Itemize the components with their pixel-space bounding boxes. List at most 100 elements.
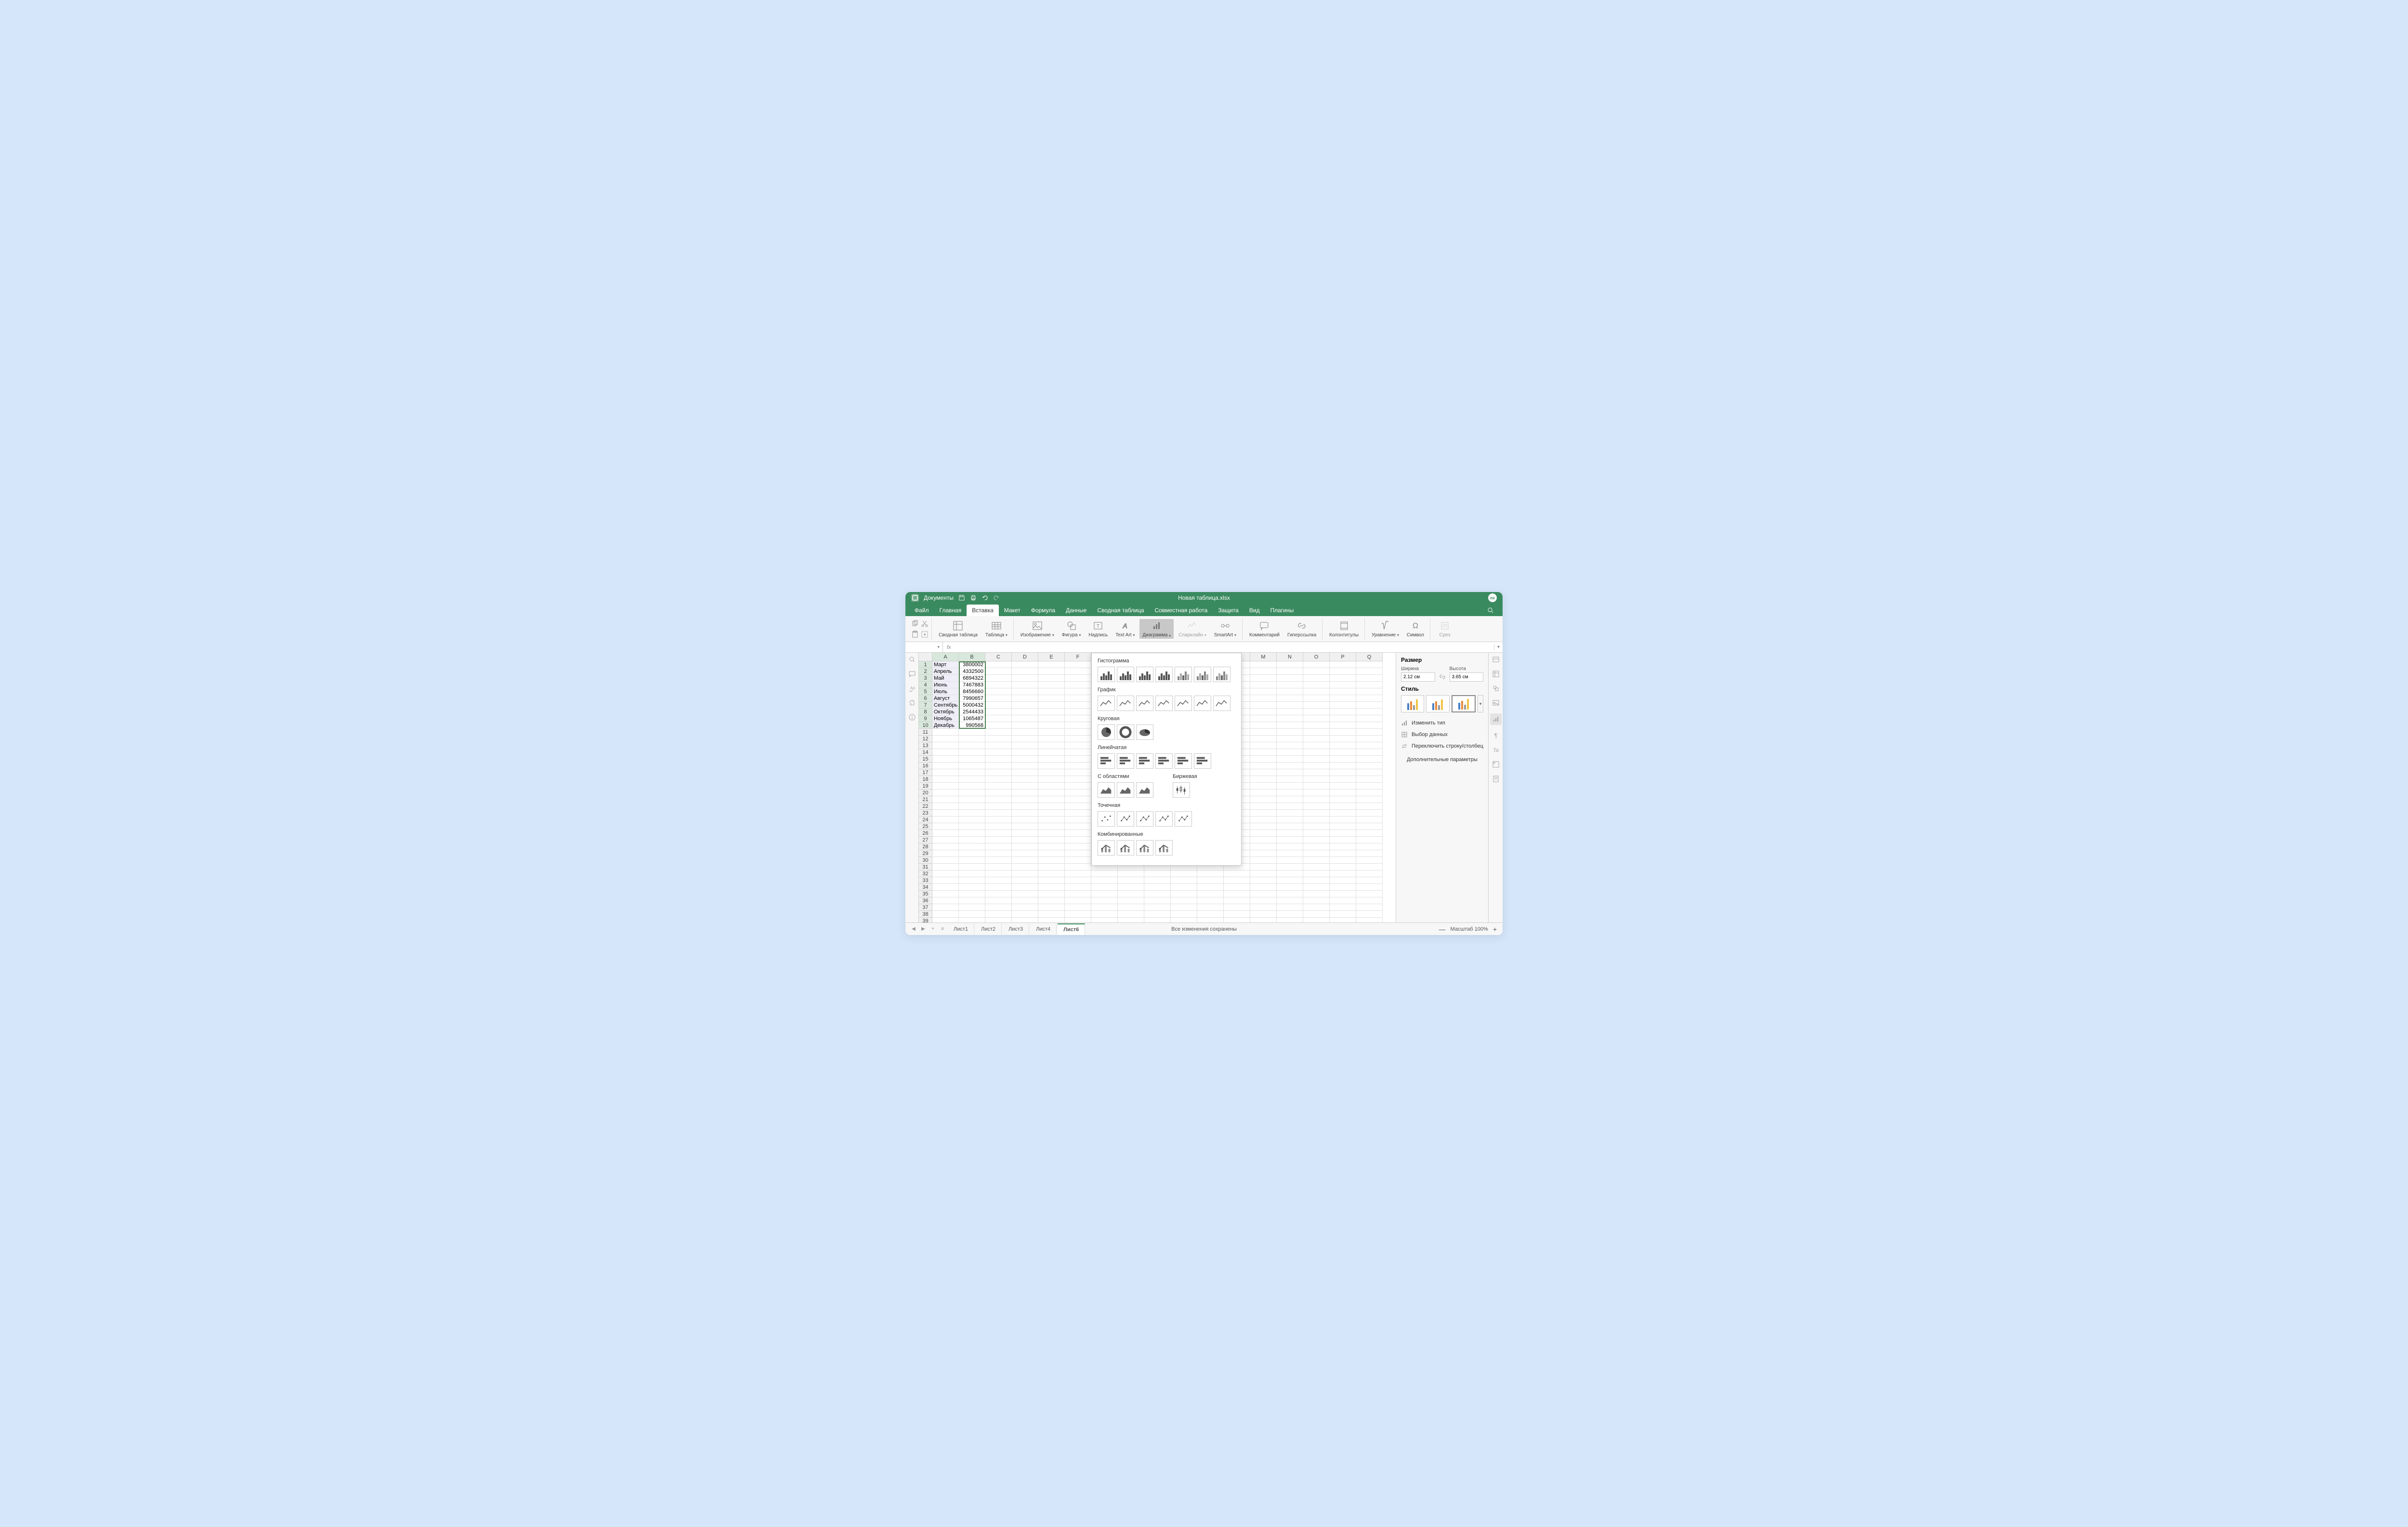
cell[interactable]: Декабрь [932, 722, 959, 729]
col-header[interactable]: B [959, 653, 985, 661]
cell[interactable]: Май [932, 675, 959, 682]
row-header[interactable]: 15 [919, 756, 932, 763]
ribbon-image[interactable]: Изображение ▾ [1018, 619, 1057, 639]
cell[interactable] [932, 810, 959, 816]
cell[interactable] [1250, 763, 1277, 769]
cell[interactable] [1091, 918, 1118, 922]
ribbon-symbol[interactable]: Ω Символ [1404, 619, 1427, 639]
cell[interactable] [932, 756, 959, 763]
row-header[interactable]: 31 [919, 864, 932, 870]
height-input[interactable] [1450, 672, 1484, 682]
cell[interactable] [1356, 783, 1383, 790]
cell[interactable] [1038, 763, 1065, 769]
pivot-settings-icon[interactable] [1492, 761, 1500, 768]
row-header[interactable]: 7 [919, 702, 932, 709]
row-header[interactable]: 33 [919, 877, 932, 884]
cell[interactable] [985, 870, 1012, 877]
cell[interactable] [1118, 877, 1144, 884]
cell[interactable] [1038, 823, 1065, 830]
row-header[interactable]: 39 [919, 918, 932, 922]
cell[interactable] [1250, 918, 1277, 922]
cell[interactable]: 2544433 [959, 709, 985, 715]
cell[interactable] [1303, 736, 1330, 742]
chart-option[interactable] [1136, 811, 1153, 827]
cell[interactable] [1277, 897, 1303, 904]
rp-switch-rowcol[interactable]: Переключить строку/столбец [1401, 740, 1483, 752]
cell[interactable]: Июнь [932, 682, 959, 688]
cell[interactable]: 1065487 [959, 715, 985, 722]
chart-option[interactable] [1098, 782, 1115, 798]
cell[interactable] [1038, 783, 1065, 790]
cell[interactable] [1303, 850, 1330, 857]
row-header[interactable]: 22 [919, 803, 932, 810]
chart-option[interactable] [1175, 811, 1192, 827]
cell[interactable] [1144, 897, 1171, 904]
cell[interactable] [1356, 816, 1383, 823]
cell[interactable] [985, 688, 1012, 695]
cell[interactable] [959, 749, 985, 756]
cell[interactable] [1038, 796, 1065, 803]
cell[interactable] [1303, 682, 1330, 688]
ribbon-table[interactable]: Таблица ▾ [982, 619, 1010, 639]
row-header[interactable]: 38 [919, 911, 932, 918]
cell[interactable] [1303, 790, 1330, 796]
cell[interactable] [932, 749, 959, 756]
cell[interactable] [1091, 891, 1118, 897]
sheet-tab-3[interactable]: Лист3 [1003, 924, 1029, 935]
cell[interactable] [1065, 736, 1091, 742]
cell[interactable] [1303, 918, 1330, 922]
row-header[interactable]: 26 [919, 830, 932, 837]
shape-settings-icon[interactable] [1492, 685, 1500, 692]
cell[interactable] [1038, 702, 1065, 709]
cell[interactable] [1330, 823, 1356, 830]
cell[interactable] [1356, 904, 1383, 911]
nx-badge-icon[interactable]: nx [1488, 593, 1497, 602]
cell[interactable] [985, 715, 1012, 722]
cell[interactable] [1250, 749, 1277, 756]
cell[interactable] [1303, 702, 1330, 709]
cell[interactable] [932, 790, 959, 796]
menu-data[interactable]: Данные [1060, 605, 1092, 616]
cell[interactable] [932, 843, 959, 850]
cell[interactable] [1330, 668, 1356, 675]
cell[interactable] [1012, 837, 1038, 843]
cell[interactable] [1330, 736, 1356, 742]
cell[interactable] [1118, 904, 1144, 911]
cell[interactable] [1012, 702, 1038, 709]
ribbon-pivot-table[interactable]: Сводная таблица [936, 619, 981, 639]
cell[interactable] [1038, 688, 1065, 695]
cell[interactable] [985, 911, 1012, 918]
cell[interactable]: 990568 [959, 722, 985, 729]
cell[interactable] [959, 857, 985, 864]
cell[interactable] [1144, 877, 1171, 884]
cell[interactable] [1038, 877, 1065, 884]
ribbon-headers[interactable]: Колонтитулы [1326, 619, 1361, 639]
find-icon[interactable] [908, 656, 916, 663]
cell[interactable] [1250, 870, 1277, 877]
row-header[interactable]: 21 [919, 796, 932, 803]
col-header[interactable]: P [1330, 653, 1356, 661]
cell[interactable] [1277, 776, 1303, 783]
cell[interactable] [1065, 742, 1091, 749]
row-header[interactable]: 32 [919, 870, 932, 877]
cell[interactable] [1250, 850, 1277, 857]
chart-option[interactable] [1136, 753, 1153, 769]
cell[interactable] [1277, 857, 1303, 864]
cell[interactable] [1250, 742, 1277, 749]
cell[interactable] [1277, 850, 1303, 857]
cell[interactable] [985, 702, 1012, 709]
chart-option[interactable] [1175, 667, 1192, 682]
cell[interactable] [1065, 688, 1091, 695]
cell[interactable] [985, 668, 1012, 675]
cell[interactable] [1091, 884, 1118, 891]
row-header[interactable]: 16 [919, 763, 932, 769]
save-icon[interactable] [958, 594, 965, 601]
cell[interactable]: 6894322 [959, 675, 985, 682]
cell[interactable] [959, 783, 985, 790]
cell[interactable] [1171, 870, 1197, 877]
cell-settings-icon[interactable] [1492, 656, 1500, 663]
cell[interactable] [1330, 837, 1356, 843]
row-header[interactable]: 37 [919, 904, 932, 911]
cell[interactable] [1065, 749, 1091, 756]
cell[interactable] [1277, 884, 1303, 891]
